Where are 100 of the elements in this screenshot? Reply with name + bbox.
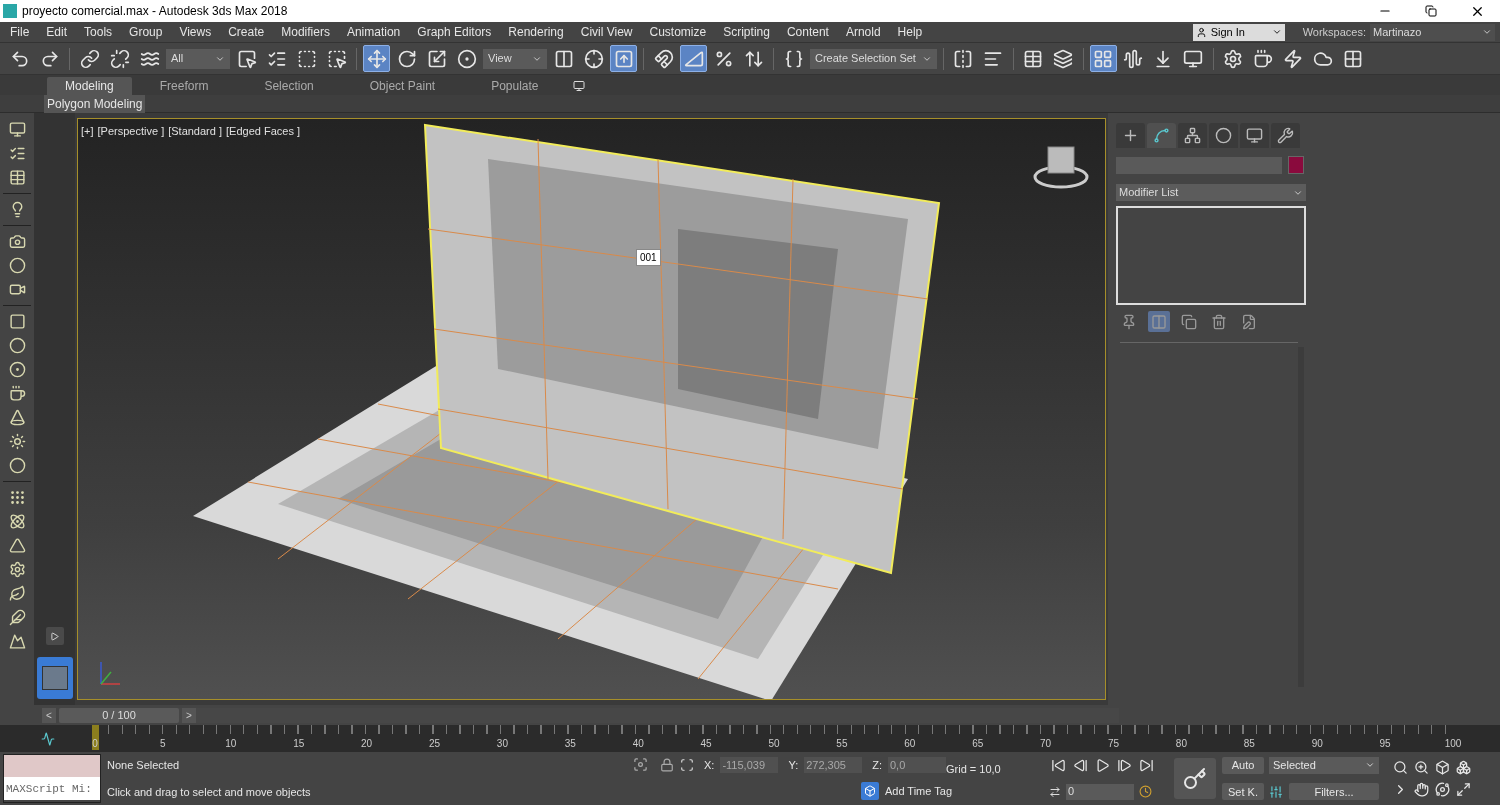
menu-item[interactable]: Modifiers [281,23,330,41]
frame-number: 10 [225,737,237,751]
menu-item[interactable]: Group [129,23,163,41]
add-time-tag-button[interactable]: Add Time Tag [860,782,952,801]
object-color-swatch[interactable] [1288,156,1304,174]
grid-size-text: Grid = 10,0 [946,762,1002,778]
go-to-start-icon[interactable] [1051,757,1066,773]
toolbar-button[interactable] [1089,45,1117,72]
menu-item[interactable]: Rendering [508,23,564,41]
viewport-label[interactable]: [Edged Faces ] [226,123,300,140]
time-slider-thumb[interactable]: 0 / 100 [59,707,179,723]
filters-button[interactable]: Filters... [1289,783,1379,801]
menu-item[interactable]: Help [897,23,923,41]
menu-item[interactable]: Views [179,23,212,41]
ribbon-tab[interactable]: Object Paint [341,77,464,95]
set-key-button[interactable] [1174,758,1216,799]
table-icon[interactable] [8,169,26,186]
undo-icon [9,48,30,69]
snap-magnet-icon [653,48,674,69]
frame-number: 65 [972,737,984,751]
zoom-icon[interactable] [1393,759,1408,775]
coordinate-field[interactable]: -115,039 [720,756,779,773]
key-filter-dropdown[interactable]: Selected [1269,756,1379,774]
menu-item[interactable]: Tools [84,23,113,41]
frame-number: 35 [564,737,576,751]
absolute-mode-icon[interactable] [680,757,694,772]
ribbon-tab[interactable]: Modeling [47,77,132,95]
dots-grid-icon[interactable] [8,489,26,506]
isolate-icon[interactable] [633,757,648,773]
sun-icon[interactable] [8,433,26,450]
set-key-mode-button[interactable]: Set K. [1222,783,1264,801]
command-panel-tab[interactable] [1209,123,1238,148]
cone-icon[interactable] [8,409,26,426]
camera-icon[interactable] [8,233,26,250]
command-panel-tab[interactable] [1271,123,1300,148]
view-cube-icon[interactable] [1033,146,1089,189]
coordinate-field[interactable]: 0,0 [888,756,946,773]
menu-item[interactable]: Arnold [845,23,881,41]
window-title: proyecto comercial.max - Autodesk 3ds Max 2018 [22,3,288,20]
menu-item[interactable]: Edit [46,23,68,41]
command-panel-tab[interactable] [1240,123,1269,148]
menu-item[interactable]: Create [228,23,265,41]
expand-arrow-button[interactable] [45,627,64,645]
play-icon[interactable] [1095,757,1110,773]
frame-number: 100 [1444,737,1462,751]
previous-frame-button[interactable]: < [42,707,56,723]
command-panel-tab[interactable] [1147,123,1176,148]
menu-item[interactable]: Content [786,23,829,41]
current-frame-field[interactable]: 0 [1066,783,1134,800]
toolbar-dropdown[interactable]: All [166,48,230,69]
cube-icon [863,785,876,798]
zoom-all-icon[interactable] [1414,759,1429,775]
menu-item[interactable]: Customize [649,23,707,41]
molecule-icon[interactable] [8,513,26,530]
rotate-icon [396,48,417,69]
menu-item[interactable]: Civil View [580,23,633,41]
coordinate-field[interactable]: 272,305 [804,756,863,773]
perspective-viewport[interactable]: [+] [Perspective ] [Standard ] [Edged Faces ] 001 [77,118,1106,700]
toolbar-dropdown[interactable]: View [483,48,547,69]
modifier-list-dropdown[interactable]: Modifier List [1116,184,1306,201]
workspace-dropdown[interactable]: Martinazo [1370,23,1495,41]
command-panel-tab[interactable] [1116,123,1145,148]
command-panel-tab[interactable] [1178,123,1207,148]
list-icon[interactable] [8,145,26,162]
viewport-layout-button[interactable] [36,657,73,699]
ribbon-tab[interactable]: Selection [236,77,342,95]
frame-number: 15 [293,737,305,751]
wrench-icon [1277,127,1294,144]
menu-item[interactable]: Scripting [723,23,770,41]
lock-icon[interactable] [660,757,674,772]
grid-icon [1343,48,1364,69]
menu-item[interactable]: File [10,23,30,41]
unlink-icon [109,48,130,69]
maxscript-listener-field[interactable]: MAXScript Mi: [4,777,100,800]
menu-item[interactable]: Graph Editors [417,23,492,41]
go-to-end-icon[interactable] [1139,757,1154,773]
caret-icon [1271,27,1282,37]
frame-number: 75 [1107,737,1120,751]
viewport-label[interactable]: [Perspective ] [97,123,165,140]
frame-number: 85 [1243,737,1255,751]
scale-icon [426,48,447,69]
frame-number: 0 [92,737,98,751]
viewport-label[interactable]: [Standard ] [168,123,222,140]
frame-number: 25 [428,737,441,751]
modify-curve-icon [1153,127,1170,144]
ribbon-tab[interactable]: Freeform [131,77,237,95]
pan-icon[interactable] [1414,782,1429,798]
menu-item[interactable]: Animation [346,23,401,41]
gear-icon[interactable] [8,561,26,578]
current-frame-marker[interactable] [92,725,99,750]
toolbar-dropdown[interactable]: Create Selection Set [810,48,937,69]
ribbon-tab[interactable]: Populate [463,77,567,95]
maximize-icon[interactable] [1456,782,1471,798]
next-frame-button[interactable]: > [182,707,196,723]
viewport-label[interactable]: [+] [81,123,94,140]
orbit-icon[interactable] [1435,782,1450,798]
auto-key-button[interactable]: Auto [1222,756,1264,774]
sign-in-dropdown[interactable]: Sign In [1192,23,1285,41]
modifier-stack-list[interactable] [1116,206,1306,305]
axis-tripod-icon [100,661,121,685]
